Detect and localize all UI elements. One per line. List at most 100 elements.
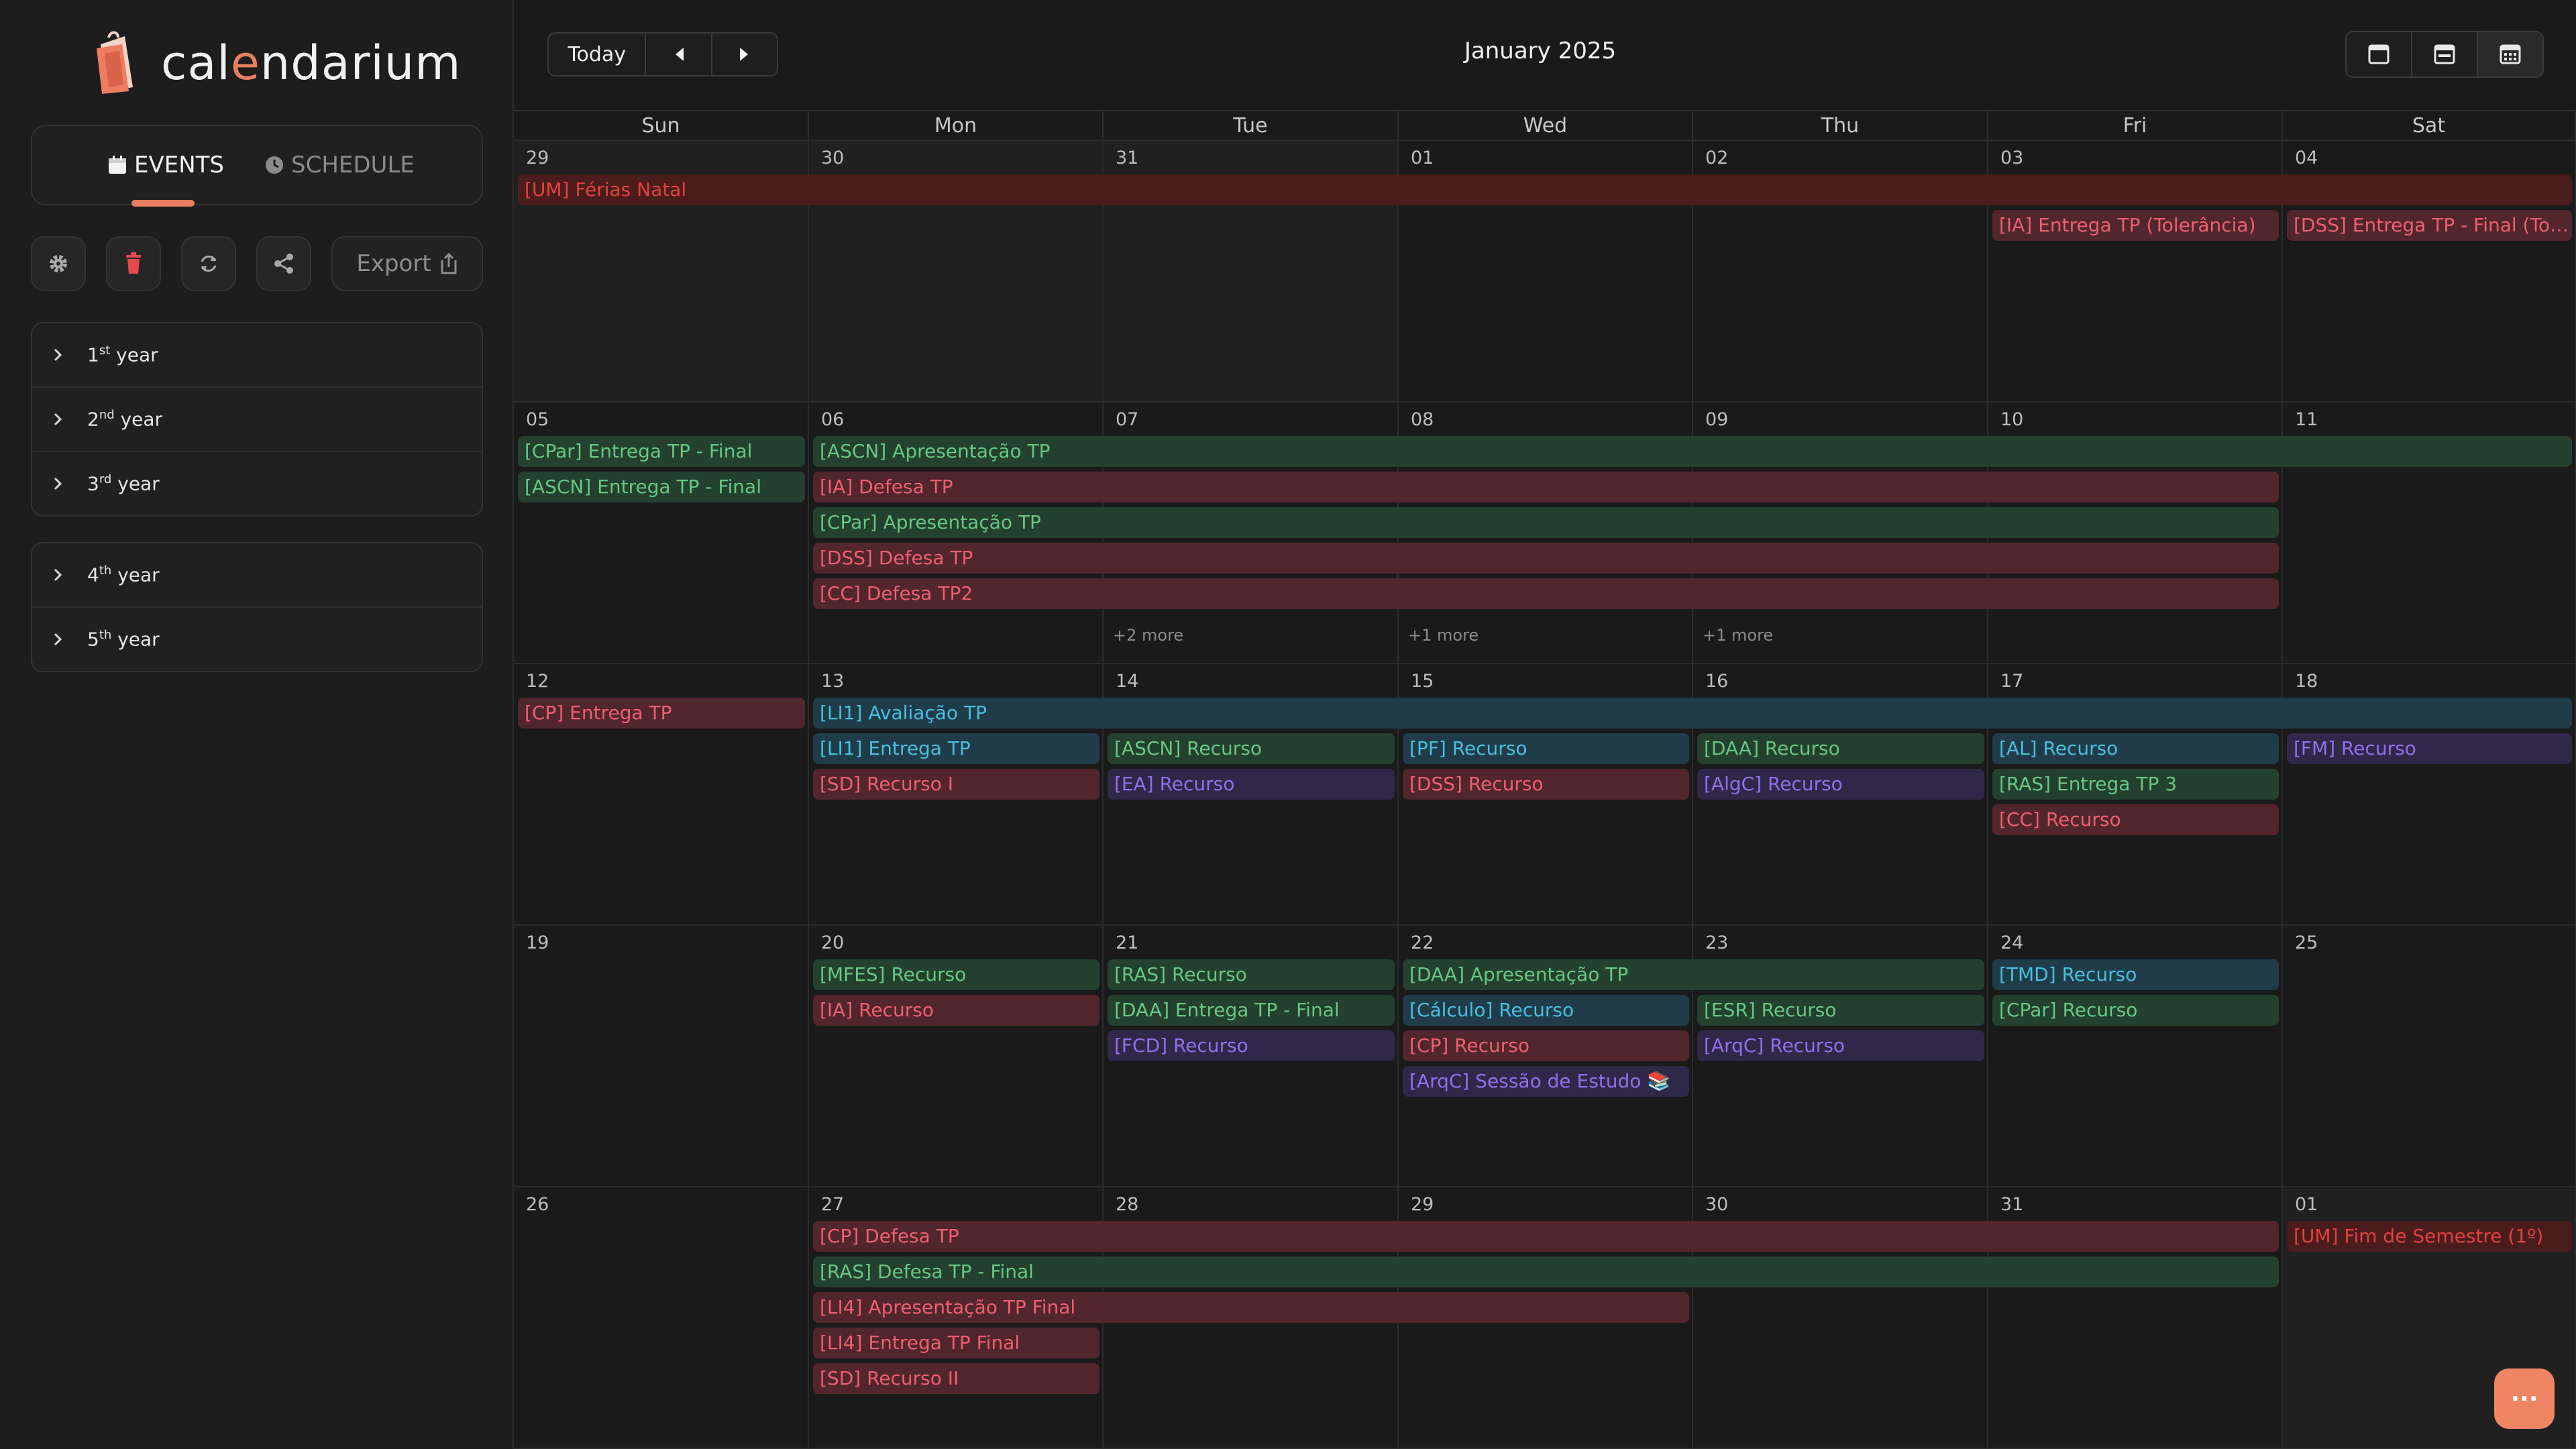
calendar-event[interactable]: [ArqC] Sessão de Estudo 📚 [1403, 1066, 1689, 1097]
export-label: Export [356, 250, 431, 277]
calendar-event[interactable]: [DAA] Entrega TP - Final [1108, 995, 1395, 1026]
calendar-event[interactable]: [IA] Recurso [813, 995, 1099, 1026]
calendar-event[interactable]: [ASCN] Apresentação TP [813, 436, 2572, 467]
month-view-button[interactable] [2478, 32, 2542, 76]
day-number: 09 [1705, 409, 1729, 430]
day-number: 07 [1116, 409, 1139, 430]
calendar-event[interactable]: [CC] Recurso [1992, 804, 2279, 835]
day-number: 03 [2000, 148, 2024, 168]
calendar-event[interactable]: [DSS] Defesa TP [813, 543, 2279, 574]
calendar-event[interactable]: [ESR] Recurso [1697, 995, 1984, 1026]
more-events-link[interactable]: +1 more [1408, 626, 1479, 645]
day-cell[interactable]: 19 [514, 926, 809, 1187]
delete-button[interactable] [106, 236, 161, 291]
calendar-event[interactable]: [FCD] Recurso [1108, 1030, 1395, 1061]
calendar-event[interactable]: [ASCN] Entrega TP - Final [518, 472, 805, 502]
calendar-event[interactable]: [DAA] Recurso [1697, 733, 1984, 764]
day-number: 22 [1411, 932, 1434, 953]
year-item[interactable]: 1st year [32, 323, 482, 388]
year-group: 4th year 5th year [31, 542, 483, 672]
calendar-event[interactable]: [CP] Defesa TP [813, 1221, 2279, 1252]
calendar-event[interactable]: [CPar] Apresentação TP [813, 507, 2279, 538]
calendar-event[interactable]: [EA] Recurso [1108, 769, 1395, 800]
day-number: 18 [2295, 671, 2318, 692]
calendar-event[interactable]: [CPar] Recurso [1992, 995, 2279, 1026]
settings-button[interactable] [31, 236, 86, 291]
year-item-label: 1st year [87, 343, 158, 366]
day-number: 05 [526, 409, 549, 430]
day-number: 21 [1116, 932, 1139, 953]
tab-events[interactable]: EVENTS [107, 126, 224, 204]
calendar-event[interactable]: [SD] Recurso I [813, 769, 1099, 800]
calendar-event[interactable]: [LI1] Avaliação TP [813, 698, 2572, 729]
more-actions-button[interactable]: ··· [2494, 1368, 2555, 1429]
more-events-link[interactable]: +1 more [1703, 626, 1773, 645]
calendar-event[interactable]: [UM] Férias Natal [518, 174, 2572, 205]
calendar-event[interactable]: [LI4] Apresentação TP Final [813, 1292, 1689, 1323]
calendar-event[interactable]: [RAS] Defesa TP - Final [813, 1256, 2279, 1287]
export-button[interactable]: Export [331, 236, 483, 291]
more-events-link[interactable]: +2 more [1113, 626, 1183, 645]
calendar-event[interactable]: [LI4] Entrega TP Final [813, 1328, 1099, 1358]
day-number: 04 [2295, 148, 2318, 168]
day-number: 02 [1705, 148, 1729, 168]
calendar-event[interactable]: [AlgC] Recurso [1697, 769, 1984, 800]
day-cell[interactable]: 26 [514, 1187, 809, 1449]
calendar-event[interactable]: [IA] Entrega TP (Tolerância) [1992, 210, 2279, 241]
day-number: 29 [1411, 1194, 1434, 1215]
calendar-event[interactable]: [DSS] Recurso [1403, 769, 1689, 800]
calendar-event[interactable]: [DAA] Apresentação TP [1403, 959, 1984, 990]
month-grid: 29 30 31 01 02 03 04 05 06 07 +2 more 08 +1 more 09 +1… [514, 141, 2576, 1449]
calendar-event[interactable]: [FM] Recurso [2287, 733, 2572, 764]
previous-month-button[interactable] [646, 34, 712, 75]
chevron-right-icon [52, 347, 79, 362]
year-item[interactable]: 2nd year [32, 388, 482, 452]
calendar-event[interactable]: [AL] Recurso [1992, 733, 2279, 764]
today-button[interactable]: Today [549, 34, 647, 75]
calendar-event[interactable]: [ArqC] Recurso [1697, 1030, 1984, 1061]
calendar-event[interactable]: [RAS] Entrega TP 3 [1992, 769, 2279, 800]
view-tabs: EVENTS SCHEDULE [31, 125, 483, 207]
sidebar: calendarium EVENTS SCHEDULE Export 1st y… [0, 0, 514, 1449]
day-number: 27 [821, 1194, 845, 1215]
day-number: 01 [1411, 148, 1434, 168]
weekday-label: Fri [1988, 111, 2283, 141]
calendar-event[interactable]: [TMD] Recurso [1992, 959, 2279, 990]
logo-icon [91, 31, 145, 95]
day-number: 01 [2295, 1194, 2318, 1215]
share-button[interactable] [256, 236, 311, 291]
calendar-event[interactable]: [CC] Defesa TP2 [813, 578, 2279, 609]
share-icon [274, 254, 293, 274]
calendar-event[interactable]: [CP] Entrega TP [518, 698, 805, 729]
month-title: January 2025 [1464, 38, 1617, 64]
calendar-event[interactable]: [SD] Recurso II [813, 1363, 1099, 1394]
calendar-event[interactable]: [LI1] Entrega TP [813, 733, 1099, 764]
year-item[interactable]: 5th year [32, 608, 482, 671]
day-view-button[interactable] [2347, 32, 2412, 76]
day-cell[interactable]: 25 [2283, 926, 2576, 1187]
calendar-event[interactable]: [RAS] Recurso [1108, 959, 1395, 990]
day-number: 16 [1705, 671, 1729, 692]
day-number: 13 [821, 671, 845, 692]
active-tab-indicator [131, 200, 195, 207]
calendar-event[interactable]: [DSS] Entrega TP - Final (Tolerância) [2287, 210, 2572, 241]
clock-icon [266, 156, 283, 174]
weekday-label: Sat [2283, 111, 2576, 141]
refresh-icon [201, 256, 217, 272]
next-month-button[interactable] [712, 34, 777, 75]
calendar-event[interactable]: [ASCN] Recurso [1108, 733, 1395, 764]
year-item[interactable]: 3rd year [32, 452, 482, 515]
refresh-button[interactable] [181, 236, 236, 291]
week-view-button[interactable] [2412, 32, 2478, 76]
calendar-event[interactable]: [UM] Fim de Semestre (1º) [2287, 1221, 2572, 1252]
calendar-event[interactable]: [CP] Recurso [1403, 1030, 1689, 1061]
calendar-event[interactable]: [Cálculo] Recurso [1403, 995, 1689, 1026]
tab-schedule[interactable]: SCHEDULE [264, 126, 415, 204]
export-icon [441, 252, 457, 274]
calendar-event[interactable]: [MFES] Recurso [813, 959, 1099, 990]
calendar-icon [109, 156, 126, 174]
calendar-event[interactable]: [IA] Defesa TP [813, 472, 2279, 502]
year-item[interactable]: 4th year [32, 543, 482, 608]
calendar-event[interactable]: [PF] Recurso [1403, 733, 1689, 764]
calendar-event[interactable]: [CPar] Entrega TP - Final [518, 436, 805, 467]
